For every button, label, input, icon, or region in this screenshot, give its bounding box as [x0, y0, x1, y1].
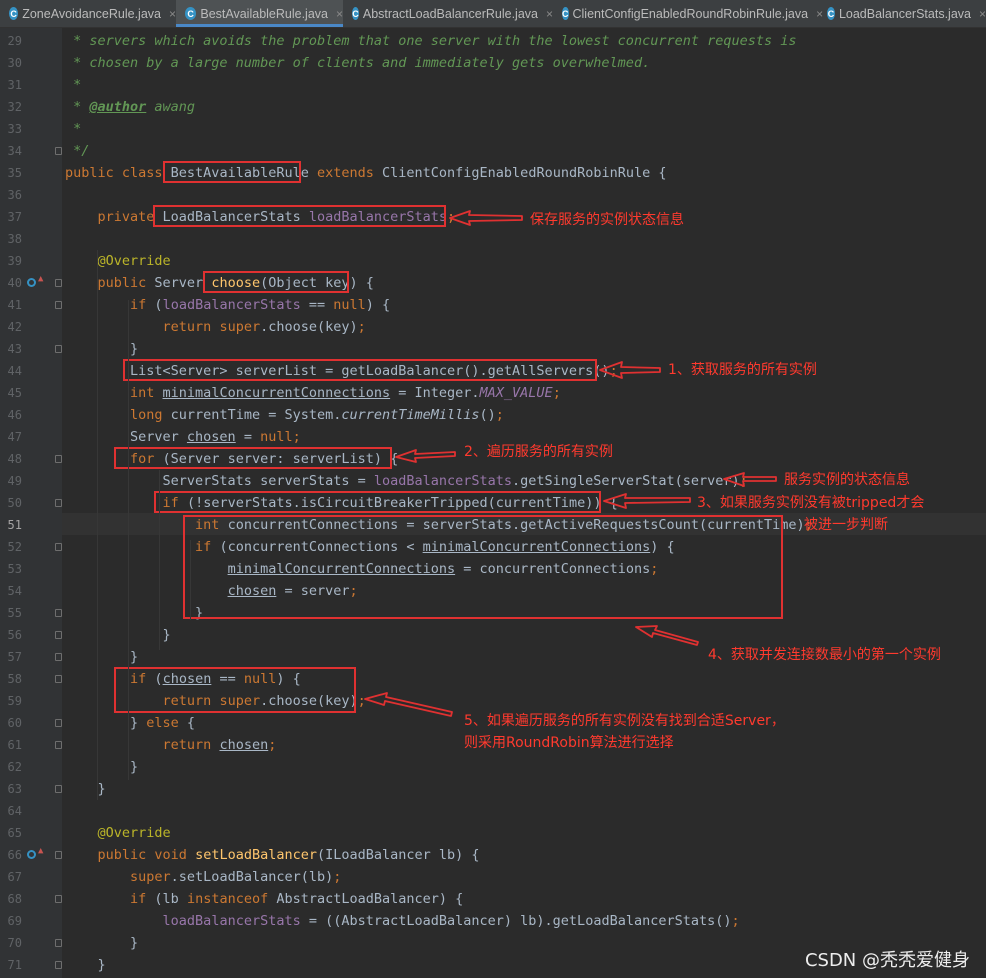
line-number: 55	[7, 606, 22, 620]
fold-marker-icon[interactable]	[55, 961, 62, 969]
line-number: 44	[7, 364, 22, 378]
line-number: 62	[7, 760, 22, 774]
line-number: 64	[7, 804, 22, 818]
line-number: 48	[7, 452, 22, 466]
line-number: 31	[7, 78, 22, 92]
watermark: CSDN @秃秃爱健身	[804, 950, 970, 971]
line-number: 61	[7, 738, 22, 752]
line-number: 59	[7, 694, 22, 708]
fold-marker-icon[interactable]	[55, 147, 62, 155]
line-number: 63	[7, 782, 22, 796]
line-number: 68	[7, 892, 22, 906]
fold-marker-icon[interactable]	[55, 279, 62, 287]
line-number: 41	[7, 298, 22, 312]
fold-marker-icon[interactable]	[55, 609, 62, 617]
fold-marker-icon[interactable]	[55, 719, 62, 727]
note-step-3-cont: 被进一步判断	[804, 517, 888, 533]
fold-marker-icon[interactable]	[55, 543, 62, 551]
line-number: 36	[7, 188, 22, 202]
line-number: 49	[7, 474, 22, 488]
line-number: 71	[7, 958, 22, 972]
note-step-5-cont: 则采用RoundRobin算法进行选择	[464, 735, 674, 751]
line-number: 38	[7, 232, 22, 246]
line-number: 51	[7, 518, 22, 532]
fold-marker-icon[interactable]	[55, 741, 62, 749]
override-arrow-icon: ▲	[38, 846, 44, 856]
line-number: 40	[7, 276, 22, 290]
line-number: 32	[7, 100, 22, 114]
line-number: 35	[7, 166, 22, 180]
line-number: 45	[7, 386, 22, 400]
line-number: 33	[7, 122, 22, 136]
fold-marker-icon[interactable]	[55, 851, 62, 859]
override-marker-icon[interactable]	[27, 278, 36, 287]
line-number: 39	[7, 254, 22, 268]
indent-guide	[190, 540, 191, 620]
line-number: 30	[7, 56, 22, 70]
note-server-state: 服务实例的状态信息	[784, 472, 910, 488]
note-step-4: 4、获取并发连接数最小的第一个实例	[708, 647, 941, 663]
fold-marker-icon[interactable]	[55, 345, 62, 353]
fold-marker-icon[interactable]	[55, 455, 62, 463]
indent-guide	[97, 250, 98, 800]
fold-marker-icon[interactable]	[55, 675, 62, 683]
override-arrow-icon: ▲	[38, 274, 44, 284]
line-number: 60	[7, 716, 22, 730]
fold-marker-icon[interactable]	[55, 653, 62, 661]
fold-marker-icon[interactable]	[55, 939, 62, 947]
line-number: 67	[7, 870, 22, 884]
fold-marker-icon[interactable]	[55, 499, 62, 507]
note-stats-field: 保存服务的实例状态信息	[530, 212, 684, 228]
indent-guide	[159, 470, 160, 650]
line-number: 53	[7, 562, 22, 576]
line-number: 47	[7, 430, 22, 444]
line-number: 65	[7, 826, 22, 840]
fold-marker-icon[interactable]	[55, 301, 62, 309]
line-number: 37	[7, 210, 22, 224]
line-number: 46	[7, 408, 22, 422]
indent-guide	[128, 300, 129, 780]
fold-marker-icon[interactable]	[55, 895, 62, 903]
line-number: 70	[7, 936, 22, 950]
annotation-arrows	[364, 210, 777, 717]
note-step-5: 5、如果遍历服务的所有实例没有找到合适Server，	[464, 713, 785, 729]
line-number: 34	[7, 144, 22, 158]
note-step-1: 1、获取服务的所有实例	[668, 362, 817, 378]
line-number: 54	[7, 584, 22, 598]
line-number: 56	[7, 628, 22, 642]
override-marker-icon[interactable]	[27, 850, 36, 859]
line-number: 29	[7, 34, 22, 48]
line-number: 52	[7, 540, 22, 554]
line-number: 66	[7, 848, 22, 862]
fold-marker-icon[interactable]	[55, 785, 62, 793]
line-number: 50	[7, 496, 22, 510]
fold-marker-icon[interactable]	[55, 631, 62, 639]
note-step-3: 3、如果服务实例没有被tripped才会	[697, 495, 925, 511]
line-number: 69	[7, 914, 22, 928]
line-number: 43	[7, 342, 22, 356]
note-step-2: 2、遍历服务的所有实例	[464, 444, 613, 460]
line-number: 57	[7, 650, 22, 664]
line-number: 58	[7, 672, 22, 686]
line-number: 42	[7, 320, 22, 334]
